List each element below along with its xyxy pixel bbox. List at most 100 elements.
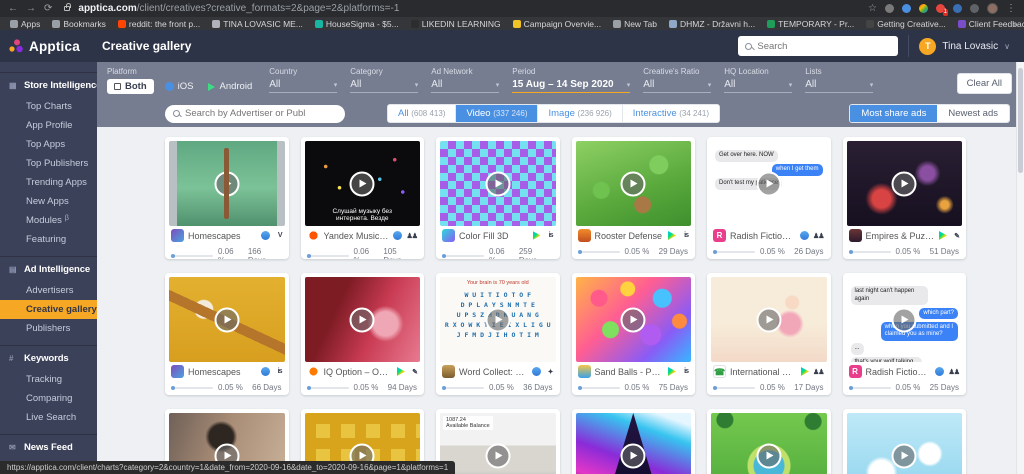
filter-select[interactable]: Period 15 Aug – 14 Sep 2020▾	[512, 67, 630, 93]
filter-select[interactable]: Ad Network All▾	[431, 67, 499, 93]
creative-thumbnail[interactable]	[711, 277, 827, 362]
creative-thumbnail[interactable]	[847, 413, 963, 474]
browser-profile-avatar[interactable]	[987, 3, 998, 14]
bookmark-star-icon[interactable]: ☆	[868, 4, 877, 14]
reload-icon[interactable]: ⟳	[44, 4, 52, 14]
play-button-icon[interactable]	[214, 171, 239, 196]
creative-app-name[interactable]: Homescapes	[188, 367, 257, 377]
browser-menu-icon[interactable]: ⋮	[1006, 4, 1016, 14]
sort-button[interactable]: Most share ads	[850, 105, 937, 122]
creative-app-name[interactable]: Empires & Puzzles: ...	[866, 231, 936, 241]
global-search[interactable]	[738, 36, 898, 56]
creative-app-name[interactable]: Sand Balls - Puzzle ...	[595, 367, 665, 377]
sidebar-item[interactable]: ✉News Feed	[0, 434, 97, 459]
creative-card[interactable]: IQ Option – Online I... ✎ 0.05 % 94 Days	[301, 273, 425, 395]
sidebar-item[interactable]: Tracking	[0, 370, 97, 389]
bookmark-item[interactable]: Bookmarks	[52, 19, 106, 29]
bookmark-item[interactable]: LIKEDIN LEARNING	[411, 19, 501, 29]
format-tab[interactable]: Video (337 246)	[456, 105, 538, 122]
bookmark-item[interactable]: reddit: the front p...	[118, 19, 200, 29]
bookmark-item[interactable]: Campaign Overvie...	[513, 19, 601, 29]
sidebar-item[interactable]: Comparing	[0, 389, 97, 408]
global-search-input[interactable]	[757, 41, 891, 52]
sidebar-item[interactable]: Trending Apps	[0, 173, 97, 192]
play-button-icon[interactable]	[214, 307, 239, 332]
creative-card[interactable]: Слушай музыку без интернета. Везде Yande…	[301, 137, 425, 259]
filter-select[interactable]: HQ Location All▾	[724, 67, 792, 93]
creative-thumbnail[interactable]: Your brain is 70 years old W U I T I O T…	[440, 277, 556, 362]
sidebar-item[interactable]: ▦Store Intelligence	[0, 72, 97, 97]
creative-app-name[interactable]: Radish Fiction & Ch...	[866, 367, 932, 377]
sidebar-item[interactable]: #Keywords	[0, 345, 97, 370]
play-button-icon[interactable]	[892, 443, 917, 468]
platform-option-button[interactable]: Both	[107, 79, 154, 94]
sidebar-item[interactable]: App Profile	[0, 116, 97, 135]
creative-thumbnail[interactable]	[440, 141, 556, 226]
creative-thumbnail[interactable]	[576, 413, 692, 474]
filter-select[interactable]: Country All▾	[269, 67, 337, 93]
bookmark-item[interactable]: TINA LOVASIC ME...	[212, 19, 303, 29]
creative-app-name[interactable]: Radish Fiction & Ch...	[730, 231, 796, 241]
address-bar[interactable]: apptica.com/client/creatives?creative_fo…	[78, 3, 860, 14]
bookmarks-overflow-icon[interactable]: »	[1013, 19, 1018, 29]
creative-card[interactable]: last night can't happen againwhich part?…	[843, 273, 967, 395]
extension-icon[interactable]	[902, 4, 911, 13]
bookmark-item[interactable]: Getting Creative...	[866, 19, 946, 29]
play-button-icon[interactable]	[756, 171, 781, 196]
play-button-icon[interactable]	[621, 443, 646, 468]
extension-icon[interactable]	[970, 4, 979, 13]
creative-card[interactable]	[572, 409, 696, 474]
sidebar-item[interactable]: ▤Ad Intelligence	[0, 256, 97, 281]
creative-thumbnail[interactable]: last night can't happen againwhich part?…	[847, 277, 963, 362]
creative-card[interactable]: Empires & Puzzles: ... ✎ 0.05 % 51 Days	[843, 137, 967, 259]
extension-icon[interactable]	[953, 4, 962, 13]
sidebar-item[interactable]: Creative gallery	[0, 300, 97, 319]
user-menu[interactable]: T Tina Lovasic ∨	[919, 38, 1010, 55]
creative-card[interactable]: Color Fill 3D is 0.06 % 259 Days	[436, 137, 560, 259]
sidebar-item[interactable]: Top Publishers	[0, 154, 97, 173]
creative-thumbnail[interactable]	[847, 141, 963, 226]
play-button-icon[interactable]	[621, 307, 646, 332]
creative-card[interactable]	[707, 409, 831, 474]
platform-option-button[interactable]: iOS	[161, 79, 198, 94]
creative-thumbnail[interactable]: Слушай музыку без интернета. Везде	[305, 141, 421, 226]
play-button-icon[interactable]	[350, 307, 375, 332]
creative-thumbnail[interactable]: Get over here. NOWwhen I get themDon't t…	[711, 141, 827, 226]
sidebar-item[interactable]: Advertisers	[0, 281, 97, 300]
extension-icon[interactable]	[885, 4, 894, 13]
bookmark-item[interactable]: DHMZ - Državni h...	[669, 19, 755, 29]
creative-thumbnail[interactable]	[305, 277, 421, 362]
format-tab[interactable]: All (608 413)	[388, 105, 456, 122]
play-button-icon[interactable]	[485, 171, 510, 196]
filter-select[interactable]: Lists All▾	[805, 67, 873, 93]
format-tab[interactable]: Image (236 926)	[538, 105, 622, 122]
sidebar-item[interactable]: Top Charts	[0, 97, 97, 116]
apptica-logo[interactable]: Apptica	[0, 39, 97, 54]
creative-app-name[interactable]: Homescapes	[188, 231, 257, 241]
sidebar-item[interactable]: Modulesβ	[0, 211, 97, 230]
creative-thumbnail[interactable]	[169, 141, 285, 226]
creative-card[interactable]: Get over here. NOWwhen I get themDon't t…	[707, 137, 831, 259]
creative-thumbnail[interactable]	[169, 277, 285, 362]
creative-card[interactable]: Sand Balls - Puzzle ... is 0.05 % 75 Day…	[572, 273, 696, 395]
sidebar-item[interactable]: New Apps	[0, 192, 97, 211]
creative-thumbnail[interactable]	[576, 277, 692, 362]
filter-select[interactable]: Creative's Ratio All▾	[643, 67, 711, 93]
creative-app-name[interactable]: Word Collect: Word...	[459, 367, 528, 377]
play-button-icon[interactable]	[621, 171, 646, 196]
play-button-icon[interactable]	[350, 171, 375, 196]
play-button-icon[interactable]	[892, 171, 917, 196]
creative-card[interactable]: Homescapes V 0.06 % 166 Days	[165, 137, 289, 259]
format-tab[interactable]: Interactive (34 241)	[623, 105, 719, 122]
sort-button[interactable]: Newest ads	[937, 105, 1009, 122]
scrollbar[interactable]	[1016, 62, 1024, 474]
bookmark-item[interactable]: TEMPORARY - Pr...	[767, 19, 854, 29]
creative-app-name[interactable]: Rooster Defense	[595, 231, 665, 241]
scrollbar-thumb[interactable]	[1018, 68, 1023, 173]
bookmark-item[interactable]: Apps	[10, 19, 40, 29]
creative-app-name[interactable]: Yandex Music and ...	[324, 231, 390, 241]
play-button-icon[interactable]	[485, 307, 510, 332]
creative-thumbnail[interactable]	[576, 141, 692, 226]
creative-card[interactable]: Rooster Defense is 0.05 % 29 Days	[572, 137, 696, 259]
bookmark-item[interactable]: New Tab	[613, 19, 657, 29]
